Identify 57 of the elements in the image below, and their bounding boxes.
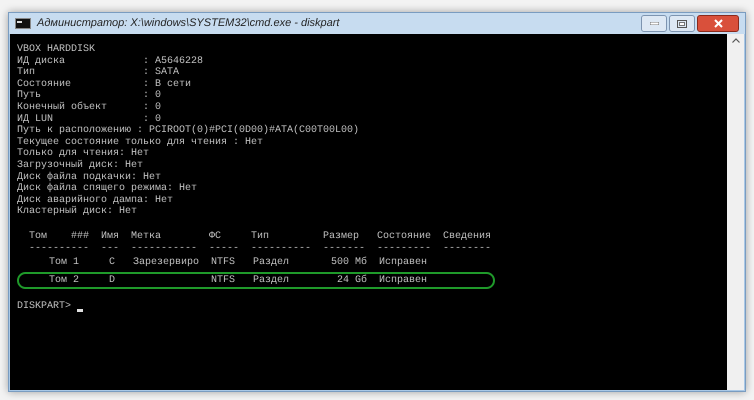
label-cell: Зарезервиро: [133, 257, 200, 268]
console-line: VBOX HARDDISK: [17, 44, 96, 56]
console-line: Текущее состояние только для чтения : Нет: [17, 136, 264, 148]
minimize-icon: [650, 22, 658, 25]
header-rule: -----: [209, 242, 240, 254]
console-line: Диск аварийного дампа: Нет: [17, 194, 174, 206]
type-cell: Раздел: [253, 274, 290, 286]
console-line: Состояние : В сети: [17, 78, 192, 90]
scroll-up-icon[interactable]: [732, 38, 740, 43]
size-cell: 24 Gб: [336, 274, 367, 286]
fs-cell: NTFS: [211, 257, 236, 268]
console-line: Только для чтения: Нет: [17, 148, 150, 160]
console-line: Диск файла подкачки: Нет: [17, 172, 162, 183]
console-line: Кластерный диск: Нет: [17, 206, 138, 218]
console-line: ИД диска : A5646228: [17, 56, 204, 67]
command-prompt: DISKPART>: [17, 301, 72, 313]
column-header: Имя: [101, 230, 120, 242]
maximize-button[interactable]: [669, 15, 695, 32]
scrollbar[interactable]: [727, 34, 744, 390]
header-rule: ----------: [29, 242, 90, 254]
size-cell: 500 Мб: [330, 257, 367, 268]
console-line: Диск файла спящего режима: Нет: [17, 183, 198, 194]
type-cell: Раздел: [253, 257, 290, 268]
console-icon: [15, 18, 31, 29]
column-header: Размер: [323, 230, 360, 242]
minimize-button[interactable]: [641, 15, 667, 32]
status-cell: Исправен: [379, 257, 428, 268]
header-rule: -----------: [131, 242, 198, 254]
close-button[interactable]: [697, 15, 739, 32]
column-header: Состояние: [377, 230, 432, 242]
text-cursor: [77, 308, 84, 312]
column-header: Том: [29, 230, 48, 242]
header-rule: -------: [323, 242, 366, 254]
volume-cell: Том 1: [49, 257, 80, 268]
console-line: ИД LUN : 0: [17, 114, 162, 125]
column-header: Тип: [251, 230, 270, 242]
column-header: Метка: [131, 230, 162, 242]
console-line: Конечный объект : 0: [17, 102, 162, 114]
header-rule: --------: [443, 242, 492, 254]
column-header: Сведения: [443, 230, 492, 242]
status-cell: Исправен: [379, 274, 428, 286]
maximize-icon: [677, 20, 687, 28]
console-line: Путь : 0: [17, 90, 162, 102]
fs-cell: NTFS: [211, 274, 236, 286]
header-rule: ---------: [377, 242, 432, 254]
volume-cell: Том 2: [49, 274, 80, 286]
console-line: Путь к расположению : PCIROOT(0)#PCI(0D00)#ATA(C00T00L00): [17, 125, 360, 137]
column-header: ###: [70, 230, 89, 242]
console-line: Тип : SATA: [17, 67, 180, 79]
header-rule: ---: [101, 242, 120, 254]
close-icon: [714, 19, 722, 28]
letter-cell: D: [108, 274, 115, 286]
letter-cell: C: [108, 257, 115, 268]
column-header: ФС: [209, 230, 222, 242]
window-title: Администратор: X:\windows\SYSTEM32\cmd.exe - diskpart: [37, 16, 340, 32]
console-line: Загрузочный диск: Нет: [17, 160, 144, 172]
header-rule: ----------: [251, 242, 312, 254]
